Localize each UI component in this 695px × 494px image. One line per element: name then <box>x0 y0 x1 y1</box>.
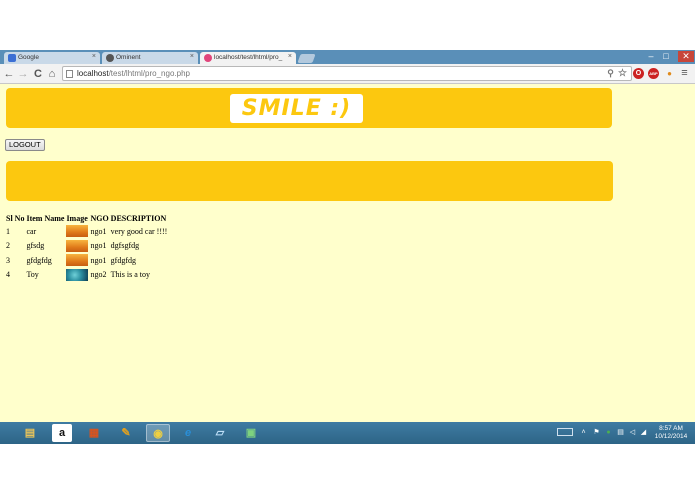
notes-icon[interactable]: ▱ <box>210 424 230 442</box>
opera-extension-icon[interactable]: O <box>633 68 644 79</box>
menu-icon[interactable]: ≡ <box>679 68 690 79</box>
table-row: 2 gfsdg ngo1 dgfsgfdg <box>5 239 168 254</box>
cell-image <box>65 268 89 283</box>
header-ngo: NGO <box>90 213 109 223</box>
products-table: Sl No Item Name Image NGO DESCRIPTION 1 … <box>5 212 168 282</box>
amazon-icon[interactable]: a <box>52 424 72 442</box>
signal-icon[interactable]: ◢ <box>639 428 648 437</box>
cell-ngo: ngo2 <box>90 270 107 280</box>
table-row: 4 Toy ngo2 This is a toy <box>5 268 168 283</box>
table-row: 3 gfdgfdg ngo1 gfdgfdg <box>5 253 168 268</box>
taskbar: ▤ a ▦ ✎ ◉ e ▱ ▣ ˄ ⚑ ● ▤ ◁ ◢ 8:57 AM 10/1… <box>0 422 695 444</box>
adblock-icon[interactable]: ABP <box>648 68 659 79</box>
cell-description: gfdgfdg <box>110 255 136 265</box>
logout-button[interactable]: LOGOUT <box>5 139 45 151</box>
logo-text: SMILE :) <box>241 96 352 121</box>
localhost-favicon-icon <box>204 54 212 62</box>
url-host: localhost <box>77 69 109 78</box>
clock-date: 10/12/2014 <box>654 433 688 440</box>
cell-sl: 1 <box>6 226 10 236</box>
cell-ngo: ngo1 <box>90 226 107 236</box>
cell-description: very good car !!!! <box>110 226 168 236</box>
tab-localhost[interactable]: localhost/test/lhtml/pro_ × <box>200 52 296 64</box>
screen-bottom-margin <box>0 444 695 494</box>
header-sl-no: Sl No <box>6 213 25 223</box>
header-banner: SMILE :) <box>6 88 612 128</box>
tab-title: localhost/test/lhtml/pro_ <box>214 54 283 61</box>
screen: Google × Ominent × localhost/test/lhtml/… <box>0 0 695 494</box>
home-icon[interactable]: ⌂ <box>46 67 58 81</box>
header-item-name: Item Name <box>26 213 65 223</box>
close-window-icon[interactable]: ✕ <box>678 51 694 62</box>
tab-close-icon[interactable]: × <box>190 53 194 60</box>
product-image <box>66 254 89 267</box>
ominent-favicon-icon <box>106 54 114 62</box>
network-icon[interactable]: ▤ <box>616 428 625 437</box>
cell-item: car <box>26 226 37 236</box>
store-icon[interactable]: ▦ <box>84 424 104 442</box>
cell-sl: 4 <box>6 270 10 280</box>
star-icon[interactable]: ☆ <box>617 68 628 79</box>
url-path: /test/lhtml/pro_ngo.php <box>108 69 190 78</box>
system-tray: ˄ ⚑ ● ▤ ◁ ◢ <box>555 426 650 440</box>
internet-explorer-icon[interactable]: e <box>178 424 198 442</box>
key-icon[interactable]: ⚲ <box>605 68 616 79</box>
browser-tab-strip: Google × Ominent × localhost/test/lhtml/… <box>0 50 695 64</box>
system-clock[interactable]: 8:57 AM 10/12/2014 <box>651 425 691 441</box>
header-image: Image <box>66 213 88 223</box>
extension-icon[interactable]: ● <box>664 68 675 79</box>
photos-icon[interactable]: ▣ <box>241 424 261 442</box>
nav-banner <box>6 161 613 201</box>
forward-icon[interactable]: → <box>17 67 29 81</box>
header-description: DESCRIPTION <box>110 213 167 223</box>
page-viewport: SMILE :) LOGOUT Sl No Item Name Image NG… <box>0 84 695 422</box>
cell-description: This is a toy <box>110 270 151 280</box>
tab-google[interactable]: Google × <box>4 52 100 64</box>
back-icon[interactable]: ← <box>3 67 15 81</box>
table-row: 1 car ngo1 very good car !!!! <box>5 224 168 239</box>
volume-icon[interactable]: ◁ <box>628 428 637 437</box>
google-favicon-icon <box>8 54 16 62</box>
tab-close-icon[interactable]: × <box>288 53 292 60</box>
cell-item: Toy <box>26 270 39 280</box>
clock-time: 8:57 AM <box>659 425 683 432</box>
cell-item: gfdgfdg <box>26 255 52 265</box>
reload-icon[interactable]: C <box>32 67 44 81</box>
product-image <box>66 268 89 281</box>
new-tab-button[interactable] <box>297 54 316 63</box>
cell-image <box>65 253 89 268</box>
address-bar[interactable]: localhost/test/lhtml/pro_ngo.php <box>62 66 632 81</box>
product-image <box>66 225 89 238</box>
file-explorer-icon[interactable]: ▤ <box>20 424 40 442</box>
restore-icon[interactable]: □ <box>659 51 673 61</box>
cell-description: dgfsgfdg <box>110 241 140 251</box>
cell-sl: 2 <box>6 241 10 251</box>
tab-title: Google <box>18 54 39 61</box>
cell-image <box>65 239 89 254</box>
tab-close-icon[interactable]: × <box>92 53 96 60</box>
cell-image <box>65 224 89 239</box>
chrome-icon[interactable]: ◉ <box>146 424 170 442</box>
flag-icon[interactable]: ⚑ <box>592 428 601 437</box>
tab-ominent[interactable]: Ominent × <box>102 52 198 64</box>
product-image <box>66 239 89 252</box>
cell-ngo: ngo1 <box>90 241 107 251</box>
paint-icon[interactable]: ✎ <box>116 424 136 442</box>
table-header-row: Sl No Item Name Image NGO DESCRIPTION <box>5 212 168 224</box>
shield-icon[interactable]: ● <box>604 428 613 437</box>
logo: SMILE :) <box>230 94 363 123</box>
browser-toolbar: ← → C ⌂ localhost/test/lhtml/pro_ngo.php… <box>0 64 695 84</box>
cell-sl: 3 <box>6 255 10 265</box>
tab-title: Ominent <box>116 54 141 61</box>
minimize-icon[interactable]: – <box>644 51 658 61</box>
page-icon <box>66 70 73 78</box>
keyboard-icon[interactable] <box>557 428 573 436</box>
chevron-up-icon[interactable]: ˄ <box>579 428 588 437</box>
cell-item: gfsdg <box>26 241 45 251</box>
cell-ngo: ngo1 <box>90 255 107 265</box>
